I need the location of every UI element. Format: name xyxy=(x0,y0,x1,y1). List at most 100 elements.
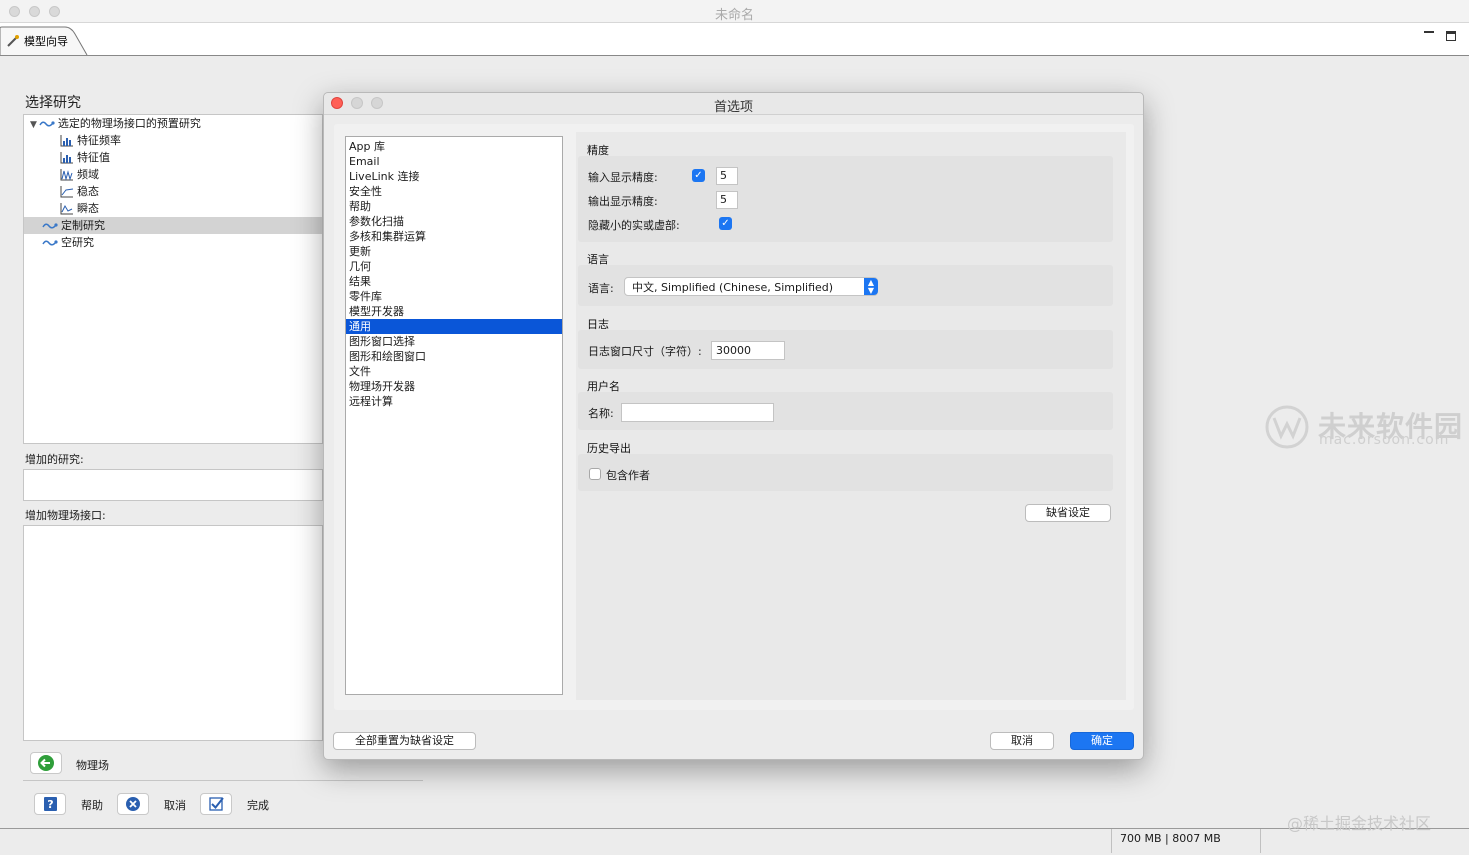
check-icon: ✓ xyxy=(721,218,730,229)
category-item[interactable]: App 库 xyxy=(346,139,562,154)
dialog-cancel-button[interactable]: 取消 xyxy=(990,732,1054,750)
tree-item[interactable]: 特征值 xyxy=(24,149,322,166)
study-icon xyxy=(42,240,58,246)
help-icon: ? xyxy=(44,797,57,811)
category-item[interactable]: LiveLink 连接 xyxy=(346,169,562,184)
tree-item[interactable]: 空研究 xyxy=(24,234,322,251)
help-label: 帮助 xyxy=(81,799,103,812)
tree-item-label: 特征频率 xyxy=(77,134,121,147)
hide-small-parts-checkbox[interactable]: ✓ xyxy=(719,217,732,230)
back-to-physics-button[interactable] xyxy=(30,752,62,774)
added-physics-label: 增加物理场接口: xyxy=(25,509,106,522)
frequency-icon xyxy=(60,169,73,181)
category-item[interactable]: 图形和绘图窗口 xyxy=(346,349,562,364)
ok-button[interactable]: 确定 xyxy=(1070,732,1134,750)
tree-item-label: 定制研究 xyxy=(61,219,105,232)
check-icon: ✓ xyxy=(694,170,703,181)
category-item[interactable]: 模型开发器 xyxy=(346,304,562,319)
panel-maximize-icon[interactable] xyxy=(1446,31,1456,41)
wizard-cancel-button[interactable] xyxy=(117,793,149,815)
category-item[interactable]: 通用 xyxy=(346,319,562,334)
category-item[interactable]: 帮助 xyxy=(346,199,562,214)
category-list[interactable]: App 库 Email LiveLink 连接 安全性 帮助 参数化扫描 多核和集群运算 更新… xyxy=(345,136,563,695)
updown-arrows-icon: ▲ ▼ xyxy=(864,278,878,295)
language-select-value: 中文, Simplified (Chinese, Simplified) xyxy=(632,281,834,294)
category-item[interactable]: 图形窗口选择 xyxy=(346,334,562,349)
wizard-cancel-label: 取消 xyxy=(164,799,186,812)
output-precision-label: 输出显示精度: xyxy=(588,195,658,208)
log-size-label: 日志窗口尺寸（字符）: xyxy=(588,345,702,358)
study-icon xyxy=(42,223,58,229)
status-divider xyxy=(1260,829,1261,853)
status-divider xyxy=(1111,829,1112,853)
transient-icon xyxy=(60,203,73,215)
arrow-left-icon xyxy=(38,755,54,771)
done-button[interactable] xyxy=(200,793,232,815)
tab-strip xyxy=(0,23,1469,56)
svg-text:?: ? xyxy=(47,798,53,811)
tree-item-label: 空研究 xyxy=(61,236,94,249)
status-bar xyxy=(0,828,1469,855)
hide-small-parts-label: 隐藏小的实或虚部: xyxy=(588,219,680,232)
include-author-label: 包含作者 xyxy=(606,469,650,482)
name-field[interactable] xyxy=(621,403,774,422)
added-study-label: 增加的研究: xyxy=(25,453,84,466)
category-item[interactable]: 结果 xyxy=(346,274,562,289)
watermark-url: mac.orsoon.com xyxy=(1319,432,1450,448)
window-title: 未命名 xyxy=(714,8,754,23)
cancel-x-icon xyxy=(126,797,140,811)
added-physics-list[interactable] xyxy=(23,525,323,741)
category-item[interactable]: 物理场开发器 xyxy=(346,379,562,394)
select-study-heading: 选择研究 xyxy=(25,95,81,111)
tree-item-label: 特征值 xyxy=(77,151,110,164)
tree-item[interactable]: ▼ 选定的物理场接口的预置研究 xyxy=(24,115,322,132)
help-button[interactable]: ? xyxy=(34,793,66,815)
physics-label: 物理场 xyxy=(76,759,109,772)
category-item[interactable]: 远程计算 xyxy=(346,394,562,409)
tree-item-label: 频域 xyxy=(77,168,99,181)
history-export-group xyxy=(578,454,1113,491)
input-precision-field[interactable]: 5 xyxy=(716,167,738,185)
tree-item-label: 稳态 xyxy=(77,185,99,198)
category-item[interactable]: 安全性 xyxy=(346,184,562,199)
watermark-logo-icon xyxy=(1265,405,1309,449)
tree-item[interactable]: 频域 xyxy=(24,166,322,183)
category-item[interactable]: Email xyxy=(346,154,562,169)
dialog-title: 首选项 xyxy=(713,100,753,115)
added-study-list[interactable] xyxy=(23,469,323,501)
language-label: 语言: xyxy=(588,282,614,295)
tree-item[interactable]: 定制研究 xyxy=(24,217,322,234)
tab-model-wizard-label: 模型向导 xyxy=(24,35,68,48)
watermark-credit: @稀土掘金技术社区 xyxy=(1287,814,1432,833)
expand-toggle-icon[interactable]: ▼ xyxy=(30,120,37,130)
defaults-button[interactable]: 缺省设定 xyxy=(1025,504,1111,522)
checkmark-icon xyxy=(209,797,224,811)
tree-item-label: 选定的物理场接口的预置研究 xyxy=(57,117,201,130)
bar-chart-icon xyxy=(60,152,73,164)
tree-item[interactable]: 稳态 xyxy=(24,183,322,200)
tree-item-label: 瞬态 xyxy=(77,202,99,215)
category-item[interactable]: 文件 xyxy=(346,364,562,379)
panel-minimize-icon[interactable] xyxy=(1424,30,1434,40)
name-label: 名称: xyxy=(588,407,614,420)
done-label: 完成 xyxy=(247,799,269,812)
category-item[interactable]: 几何 xyxy=(346,259,562,274)
study-icon xyxy=(39,121,55,127)
category-item[interactable]: 参数化扫描 xyxy=(346,214,562,229)
include-author-checkbox[interactable] xyxy=(589,468,601,480)
divider xyxy=(23,780,423,781)
input-precision-checkbox[interactable]: ✓ xyxy=(692,169,705,182)
category-item[interactable]: 多核和集群运算 xyxy=(346,229,562,244)
tree-item[interactable]: 瞬态 xyxy=(24,200,322,217)
category-item[interactable]: 更新 xyxy=(346,244,562,259)
output-precision-field[interactable]: 5 xyxy=(716,191,738,209)
log-size-field[interactable]: 30000 xyxy=(711,341,785,360)
input-precision-label: 输入显示精度: xyxy=(588,171,658,184)
category-item[interactable]: 零件库 xyxy=(346,289,562,304)
study-tree[interactable]: ▼ 选定的物理场接口的预置研究特征频率特征值频域稳态瞬态定制研究空研究 xyxy=(23,114,323,444)
bar-chart-icon xyxy=(60,135,73,147)
stationary-icon xyxy=(60,186,74,198)
memory-usage: 700 MB | 8007 MB xyxy=(1120,832,1221,845)
tree-item[interactable]: 特征频率 xyxy=(24,132,322,149)
reset-all-button[interactable]: 全部重置为缺省设定 xyxy=(333,732,476,750)
